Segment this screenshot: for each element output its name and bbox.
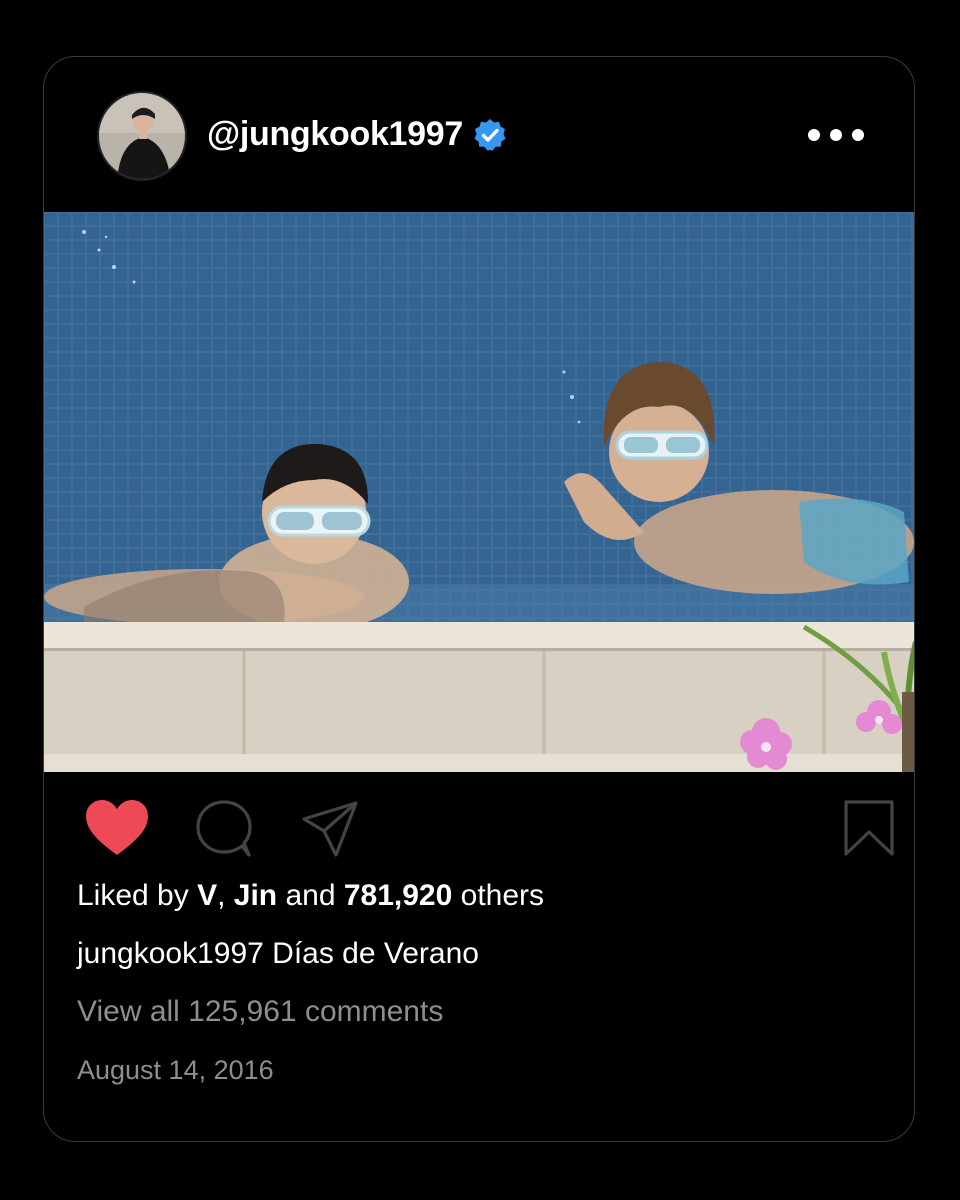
- likes-summary: Liked by V, Jin and 781,920 others: [77, 879, 544, 913]
- post-image: [44, 212, 914, 772]
- more-options-dot: [852, 129, 864, 141]
- likes-separator: ,: [217, 879, 234, 912]
- send-icon: [302, 801, 358, 857]
- more-options-icon: [808, 129, 820, 141]
- post-photo[interactable]: [44, 212, 914, 772]
- post-header: @jungkook1997: [44, 57, 914, 213]
- verified-badge-icon: [473, 118, 507, 152]
- bookmark-icon: [844, 800, 894, 856]
- post-date: August 14, 2016: [77, 1055, 274, 1085]
- heart-icon: [86, 800, 148, 855]
- more-options-dot: [830, 129, 842, 141]
- likes-and: and: [277, 879, 344, 912]
- avatar[interactable]: [97, 91, 187, 181]
- comment-button[interactable]: [194, 799, 254, 864]
- avatar-image: [99, 93, 185, 179]
- more-options-button[interactable]: [808, 129, 864, 141]
- caption: jungkook1997 Días de Verano: [77, 937, 479, 971]
- post-card: @jungkook1997 Liked by V, Jin and 781,92…: [43, 56, 915, 1142]
- share-button[interactable]: [300, 799, 360, 864]
- liker-name[interactable]: Jin: [234, 879, 277, 912]
- username-row: @jungkook1997: [207, 115, 507, 154]
- like-button[interactable]: [84, 799, 150, 862]
- save-button[interactable]: [842, 799, 896, 862]
- liker-name[interactable]: V: [197, 879, 217, 912]
- action-bar: [44, 797, 914, 857]
- caption-text: Días de Verano: [263, 937, 479, 970]
- likes-count[interactable]: 781,920: [344, 879, 452, 912]
- likes-prefix: Liked by: [77, 879, 198, 912]
- likes-suffix: others: [452, 879, 545, 912]
- view-comments-link[interactable]: View all 125,961 comments: [77, 995, 443, 1029]
- comment-icon: [196, 800, 252, 857]
- caption-username[interactable]: jungkook1997: [77, 937, 264, 970]
- username[interactable]: @jungkook1997: [207, 115, 463, 154]
